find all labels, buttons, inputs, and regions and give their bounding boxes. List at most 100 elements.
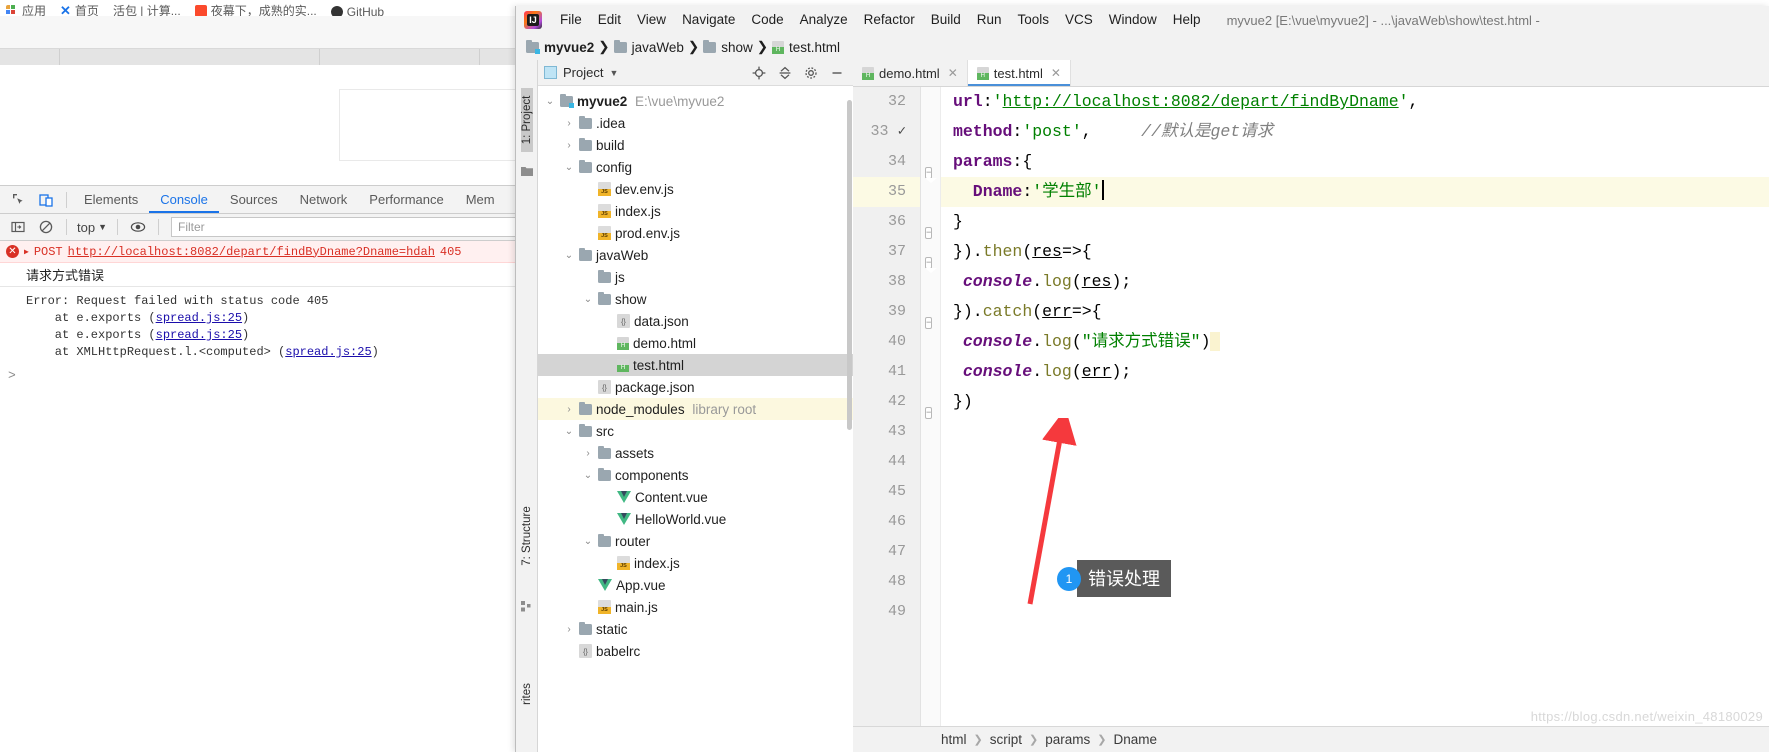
device-toolbar-icon[interactable] <box>32 187 60 213</box>
tree-item[interactable]: ›Content.vue <box>538 486 853 508</box>
tab-console[interactable]: Console <box>149 186 219 213</box>
code-editor[interactable]: 32 33 ✓ 34 35 36 37 38 39 40 41 42 43 44 45 46 47 48 49 −… <box>853 87 1769 726</box>
status-crumb-script[interactable]: script <box>990 732 1022 747</box>
tab-memory[interactable]: Mem <box>455 186 506 213</box>
menu-file[interactable]: File <box>552 6 590 34</box>
tree-item[interactable]: ›main.js <box>538 596 853 618</box>
code-line[interactable]: }).catch(err=>{ <box>941 297 1769 327</box>
code-line[interactable]: url:'http://localhost:8082/depart/findBy… <box>941 87 1769 117</box>
tree-item[interactable]: ›babelrc <box>538 640 853 662</box>
fold-collapse-icon[interactable]: − <box>925 167 933 179</box>
tree-item[interactable]: ⌄ router <box>538 530 853 552</box>
code-line[interactable]: } <box>941 207 1769 237</box>
chevron-right-icon[interactable]: › <box>563 624 575 635</box>
expand-triangle-icon[interactable]: ▶ <box>24 247 29 257</box>
tool-button-favorites[interactable]: rites <box>521 662 533 726</box>
tree-item[interactable]: ›data.json <box>538 310 853 332</box>
chevron-right-icon[interactable]: › <box>563 404 575 415</box>
breadcrumb-item-javaweb[interactable]: javaWeb <box>613 39 684 55</box>
tree-item[interactable]: ⌄ javaWeb <box>538 244 853 266</box>
editor-tab-test[interactable]: test.html ✕ <box>967 60 1071 86</box>
collapse-all-icon[interactable] <box>775 63 795 83</box>
tab-elements[interactable]: Elements <box>73 186 149 213</box>
console-input-prompt[interactable]: > <box>8 368 16 383</box>
fold-end-icon[interactable]: − <box>925 317 933 329</box>
tree-item[interactable]: › static <box>538 618 853 640</box>
menu-tools[interactable]: Tools <box>1010 6 1058 34</box>
code-line[interactable] <box>941 597 1769 627</box>
chevron-right-icon[interactable]: › <box>563 140 575 151</box>
code-line[interactable] <box>941 477 1769 507</box>
code-line[interactable]: console.log(res); <box>941 267 1769 297</box>
menu-analyze[interactable]: Analyze <box>792 6 856 34</box>
bookmark-item[interactable]: 应用 <box>6 2 46 16</box>
tree-item[interactable]: › .idea <box>538 112 853 134</box>
fold-collapse-icon[interactable]: − <box>925 257 933 269</box>
stack-link[interactable]: spread.js:25 <box>156 311 242 325</box>
status-crumb-params[interactable]: params <box>1045 732 1090 747</box>
menu-refactor[interactable]: Refactor <box>856 6 923 34</box>
bookmarks-bar[interactable]: 应用 ✕ 首页 活包 | 计算... 夜幕下，成熟的实... GitHub <box>0 0 520 16</box>
tree-item[interactable]: › node_modules library root <box>538 398 853 420</box>
chevron-down-icon[interactable]: ⌄ <box>582 294 594 305</box>
fold-cell[interactable]: − <box>921 387 940 419</box>
code-line[interactable]: console.log("请求方式错误") <box>941 327 1769 357</box>
chevron-down-icon[interactable]: ⌄ <box>563 162 575 173</box>
bookmark-item[interactable]: GitHub <box>330 5 384 16</box>
tree-item[interactable]: ⌄ show <box>538 288 853 310</box>
code-line[interactable] <box>941 447 1769 477</box>
chevron-right-icon[interactable]: › <box>563 118 575 129</box>
project-scrollbar[interactable] <box>847 100 852 430</box>
code-line[interactable]: }).then(res=>{ <box>941 237 1769 267</box>
tree-item[interactable]: ›package.json <box>538 376 853 398</box>
code-text-column[interactable]: url:'http://localhost:8082/depart/findBy… <box>941 87 1769 726</box>
tree-item[interactable]: › assets <box>538 442 853 464</box>
breadcrumb-item-project[interactable]: myvue2 <box>526 39 594 55</box>
tree-item[interactable]: ›prod.env.js <box>538 222 853 244</box>
bookmark-item[interactable]: ✕ 首页 <box>60 2 99 17</box>
status-crumb-dname[interactable]: Dname <box>1113 732 1157 747</box>
code-line[interactable] <box>941 507 1769 537</box>
bookmark-item[interactable]: 活包 | 计算... <box>113 2 181 16</box>
tab-network[interactable]: Network <box>289 186 359 213</box>
menu-build[interactable]: Build <box>923 6 969 34</box>
chevron-down-icon[interactable]: ⌄ <box>582 470 594 481</box>
eye-icon[interactable] <box>124 214 152 240</box>
code-line[interactable]: }) <box>941 387 1769 417</box>
tree-item[interactable]: ›test.html <box>538 354 853 376</box>
clear-console-icon[interactable] <box>32 214 60 240</box>
tab-sources[interactable]: Sources <box>219 186 289 213</box>
code-line[interactable]: params:{ <box>941 147 1769 177</box>
sidebar-toggle-icon[interactable] <box>4 214 32 240</box>
code-line[interactable] <box>941 417 1769 447</box>
menu-help[interactable]: Help <box>1165 6 1209 34</box>
fold-end-icon[interactable]: − <box>925 227 933 239</box>
tree-item[interactable]: ›dev.env.js <box>538 178 853 200</box>
menu-vcs[interactable]: VCS <box>1057 6 1101 34</box>
tool-button-structure[interactable]: 7: Structure <box>521 504 533 568</box>
fold-cell[interactable]: − <box>921 147 940 179</box>
tree-item[interactable]: ›App.vue <box>538 574 853 596</box>
bookmark-item[interactable]: 夜幕下，成熟的实... <box>194 2 317 16</box>
console-context-selector[interactable]: top ▼ <box>73 220 111 235</box>
close-icon[interactable]: ✕ <box>948 66 958 80</box>
console-error-row[interactable]: ✕ ▶ POST http://localhost:8082/depart/fi… <box>0 241 520 263</box>
breadcrumb-item-show[interactable]: show <box>703 39 753 55</box>
fold-cell[interactable]: − <box>921 297 940 329</box>
chevron-down-icon[interactable]: ⌄ <box>563 426 575 437</box>
chevron-down-icon[interactable]: ⌄ <box>582 536 594 547</box>
code-line[interactable]: method:'post', //默认是get请求 <box>941 117 1769 147</box>
chevron-down-icon[interactable]: ⌄ <box>544 96 556 107</box>
settings-gear-icon[interactable] <box>801 63 821 83</box>
tree-item[interactable]: ›HelloWorld.vue <box>538 508 853 530</box>
stack-link[interactable]: spread.js:25 <box>156 328 242 342</box>
tree-item[interactable]: ⌄ myvue2 E:\vue\myvue2 <box>538 90 853 112</box>
project-tree[interactable]: ⌄ myvue2 E:\vue\myvue2 › .idea › build ⌄ config… <box>538 86 853 752</box>
chevron-down-icon[interactable]: ▼ <box>609 68 618 78</box>
tree-item[interactable]: › build <box>538 134 853 156</box>
tree-item[interactable]: ⌄ components <box>538 464 853 486</box>
tool-button-project[interactable]: 1: Project <box>521 88 533 152</box>
tree-item[interactable]: ⌄ config <box>538 156 853 178</box>
fold-cell[interactable]: − <box>921 237 940 269</box>
menu-run[interactable]: Run <box>969 6 1010 34</box>
